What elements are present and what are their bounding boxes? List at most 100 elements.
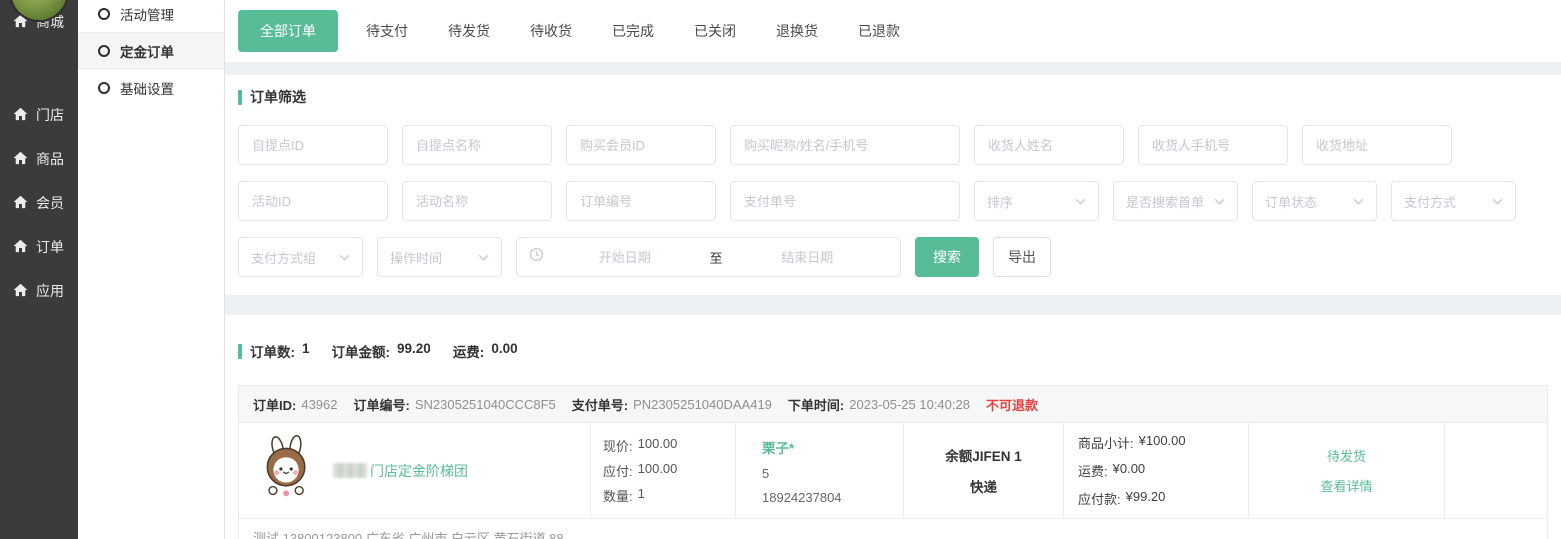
chevron-down-icon bbox=[1492, 192, 1503, 210]
order-status-text: 待发货 bbox=[1327, 446, 1366, 465]
receiver-phone-input[interactable] bbox=[1138, 125, 1288, 165]
empty-cell bbox=[1445, 423, 1547, 518]
view-detail-link[interactable]: 查看详情 bbox=[1320, 476, 1372, 495]
order-card-header: 订单ID: 43962 订单编号: SN2305251040CCC8F5 支付单… bbox=[239, 386, 1547, 423]
payable-price: 应付:100.00 bbox=[603, 461, 735, 480]
green-bar-icon bbox=[238, 90, 242, 105]
sidebar-item-label: 商品 bbox=[36, 149, 64, 169]
freight: 运费:¥0.00 bbox=[1078, 461, 1248, 480]
product-cell: 门店定金阶梯团 bbox=[239, 423, 591, 518]
order-status-select[interactable]: 订单状态 bbox=[1252, 181, 1377, 221]
payment-sn-input[interactable] bbox=[730, 181, 960, 221]
tab-refunded[interactable]: 已退款 bbox=[838, 21, 920, 41]
submenu-item-label: 活动管理 bbox=[120, 4, 174, 24]
tab-pending-payment[interactable]: 待支付 bbox=[346, 21, 428, 41]
price-cell: 现价:100.00 应付:100.00 数量:1 bbox=[591, 423, 736, 518]
order-card: 订单ID: 43962 订单编号: SN2305251040CCC8F5 支付单… bbox=[238, 385, 1548, 539]
tab-returns[interactable]: 退换货 bbox=[756, 21, 838, 41]
sidebar-item-label: 会员 bbox=[36, 193, 64, 213]
activity-id-input[interactable] bbox=[238, 181, 388, 221]
sidebar-item-goods[interactable]: 商品 bbox=[0, 137, 78, 181]
chevron-down-icon bbox=[1353, 192, 1364, 210]
start-date-input[interactable] bbox=[544, 249, 706, 266]
pickup-id-input[interactable] bbox=[238, 125, 388, 165]
date-range-picker[interactable]: 至 bbox=[516, 237, 901, 277]
amount-payable: 应付款:¥99.20 bbox=[1078, 489, 1248, 508]
submenu-item-basic-settings[interactable]: 基础设置 bbox=[78, 69, 224, 106]
buyer-nickname-input[interactable] bbox=[730, 125, 960, 165]
order-summary-bar: 订单数: 1 订单金额: 99.20 运费: 0.00 bbox=[238, 341, 1548, 361]
actions-cell: 待发货 查看详情 bbox=[1249, 423, 1445, 518]
home-icon bbox=[13, 283, 28, 300]
summary-freight: 运费: 0.00 bbox=[453, 341, 518, 361]
export-button[interactable]: 导出 bbox=[993, 237, 1051, 277]
submenu-item-activity-manage[interactable]: 活动管理 bbox=[78, 0, 224, 32]
chevron-down-icon bbox=[1214, 192, 1225, 210]
sidebar-item-label: 门店 bbox=[36, 105, 64, 125]
receiver-address-row: 测试 13800123800 广东省 广州市 白云区 黄石街道 88 bbox=[239, 518, 1547, 539]
order-status-tabs: 全部订单 待支付 待发货 待收货 已完成 已关闭 退换货 已退款 bbox=[225, 0, 1561, 62]
main-area: 全部订单 待支付 待发货 待收货 已完成 已关闭 退换货 已退款 订单筛选 bbox=[225, 0, 1561, 539]
sidebar-item-label: 订单 bbox=[36, 237, 64, 257]
tab-all-orders[interactable]: 全部订单 bbox=[238, 10, 338, 52]
chevron-down-icon bbox=[339, 248, 350, 266]
product-name-link[interactable]: 门店定金阶梯团 bbox=[333, 461, 468, 481]
tab-closed[interactable]: 已关闭 bbox=[674, 21, 756, 41]
quantity: 数量:1 bbox=[603, 486, 735, 505]
sidebar-spacer bbox=[0, 44, 78, 93]
buyer-member-id: 5 bbox=[762, 466, 903, 481]
buyer-nickname-link[interactable]: 栗子* bbox=[762, 437, 903, 457]
chevron-down-icon bbox=[1075, 192, 1086, 210]
payment-method-select[interactable]: 支付方式 bbox=[1391, 181, 1516, 221]
first-order-select[interactable]: 是否搜索首单 bbox=[1113, 181, 1238, 221]
order-sn-input[interactable] bbox=[566, 181, 716, 221]
green-bar-icon bbox=[238, 344, 242, 359]
order-filter-panel: 订单筛选 排序 是否搜索首 bbox=[225, 75, 1561, 295]
operate-time-select[interactable]: 操作时间 bbox=[377, 237, 502, 277]
home-icon bbox=[13, 107, 28, 124]
tab-pending-receipt[interactable]: 待收货 bbox=[510, 21, 592, 41]
receiver-name-input[interactable] bbox=[974, 125, 1124, 165]
order-row: 门店定金阶梯团 现价:100.00 应付:100.00 数量:1 bbox=[239, 423, 1547, 518]
order-results-panel: 订单数: 1 订单金额: 99.20 运费: 0.00 订单ID: 43962 bbox=[225, 315, 1561, 539]
search-button[interactable]: 搜索 bbox=[915, 237, 979, 277]
buyer-member-id-input[interactable] bbox=[566, 125, 716, 165]
app-root: 商城 门店 商品 会员 订单 应用 活动管理 定 bbox=[0, 0, 1561, 539]
end-date-input[interactable] bbox=[727, 249, 889, 266]
filter-section-title: 订单筛选 bbox=[238, 87, 1548, 107]
payment-group-select[interactable]: 支付方式组 bbox=[238, 237, 363, 277]
order-id: 订单ID: 43962 bbox=[253, 395, 338, 414]
pickup-name-input[interactable] bbox=[402, 125, 552, 165]
date-range-separator: 至 bbox=[706, 248, 727, 267]
submenu-item-deposit-orders[interactable]: 定金订单 bbox=[78, 32, 224, 69]
filter-row-3: 支付方式组 操作时间 至 搜索 导出 bbox=[238, 237, 1548, 277]
submenu-item-label: 基础设置 bbox=[120, 78, 174, 98]
buyer-phone: 18924237804 bbox=[762, 490, 903, 505]
activity-name-input[interactable] bbox=[402, 181, 552, 221]
order-time: 下单时间: 2023-05-25 10:40:28 bbox=[788, 395, 970, 414]
circle-icon bbox=[98, 45, 110, 57]
delivery-type: 快递 bbox=[970, 476, 997, 496]
sidebar-item-store[interactable]: 门店 bbox=[0, 93, 78, 137]
buyer-cell: 栗子* 5 18924237804 bbox=[736, 423, 904, 518]
sidebar-item-members[interactable]: 会员 bbox=[0, 181, 78, 225]
sort-select[interactable]: 排序 bbox=[974, 181, 1099, 221]
submenu-item-label: 定金订单 bbox=[120, 41, 174, 61]
home-icon bbox=[13, 239, 28, 256]
home-icon bbox=[13, 195, 28, 212]
sidebar-item-orders[interactable]: 订单 bbox=[0, 225, 78, 269]
order-sn: 订单编号: SN2305251040CCC8F5 bbox=[354, 395, 556, 414]
primary-sidebar: 商城 门店 商品 会员 订单 应用 bbox=[0, 0, 78, 539]
filter-row-2: 排序 是否搜索首单 订单状态 支付方式 bbox=[238, 181, 1548, 221]
censored-text-block bbox=[333, 463, 367, 478]
sidebar-item-apps[interactable]: 应用 bbox=[0, 269, 78, 313]
tab-completed[interactable]: 已完成 bbox=[592, 21, 674, 41]
chevron-down-icon bbox=[478, 248, 489, 266]
summary-order-count: 订单数: 1 bbox=[250, 341, 310, 361]
home-icon bbox=[13, 151, 28, 168]
product-avatar[interactable] bbox=[257, 435, 317, 506]
tab-pending-shipment[interactable]: 待发货 bbox=[428, 21, 510, 41]
receiver-address-input[interactable] bbox=[1302, 125, 1452, 165]
subtotal: 商品小计:¥100.00 bbox=[1078, 433, 1248, 452]
current-price: 现价:100.00 bbox=[603, 436, 735, 455]
